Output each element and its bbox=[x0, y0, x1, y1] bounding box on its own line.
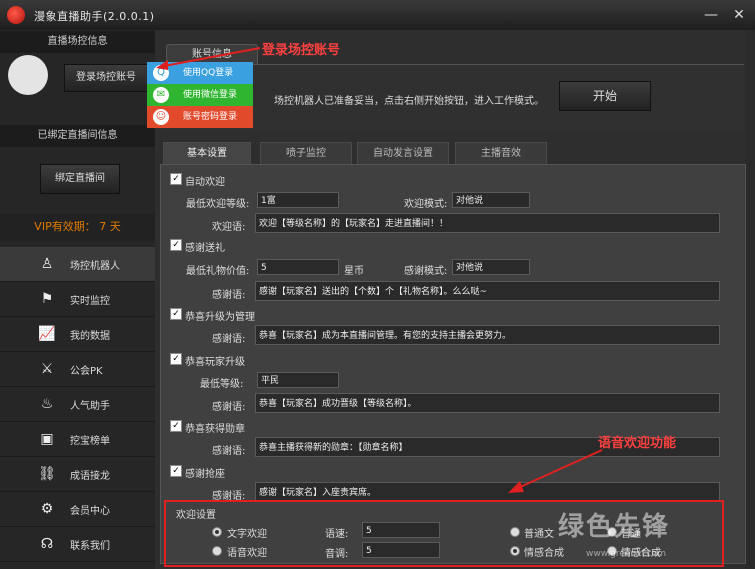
headset-icon: ☊ bbox=[40, 536, 54, 552]
medal-checkbox[interactable]: ✓ bbox=[170, 420, 182, 432]
sidebar-item-robot[interactable]: ♙ 场控机器人 bbox=[0, 247, 155, 282]
sidebar-item-popularity[interactable]: ♨ 人气助手 bbox=[0, 387, 155, 422]
window-title: 漫象直播助手(2.0.0.1) bbox=[34, 10, 155, 23]
admin-congrats-checkbox[interactable]: ✓ bbox=[170, 308, 182, 320]
welcome-text-label: 欢迎语: bbox=[212, 222, 246, 233]
min-welcome-level-field[interactable]: 1富 bbox=[257, 192, 339, 208]
login-host-account-button[interactable]: 登录场控账号 bbox=[64, 64, 148, 92]
sidebar-item-idiom[interactable]: ⛓ 成语接龙 bbox=[0, 457, 155, 492]
welcome-label: 自动欢迎 bbox=[185, 177, 225, 188]
sidebar-item-label: 人气助手 bbox=[70, 401, 110, 412]
gift-thanks-checkbox[interactable]: ✓ bbox=[170, 239, 182, 251]
chart-icon: 📈 bbox=[38, 326, 56, 342]
seat-thanks-label: 感谢抢座 bbox=[185, 469, 225, 480]
text-welcome-radio[interactable] bbox=[212, 527, 222, 537]
levelup-text-label: 感谢语: bbox=[212, 402, 246, 413]
speed-label: 语速: bbox=[325, 529, 349, 540]
user-gear-icon: ⚙ bbox=[40, 501, 54, 517]
sidebar-item-label: 实时监控 bbox=[70, 296, 110, 307]
voice-welcome-label: 语音欢迎 bbox=[227, 548, 267, 559]
seat-thanks-checkbox[interactable]: ✓ bbox=[170, 465, 182, 477]
sidebar-item-label: 会员中心 bbox=[70, 506, 110, 517]
annotation-arrow-voice bbox=[508, 449, 603, 493]
tone-label: 音调: bbox=[325, 549, 349, 560]
levelup-text-field[interactable]: 恭喜【玩家名】成功晋级【等级名称】。 bbox=[255, 393, 720, 413]
welcome-settings-title: 欢迎设置 bbox=[176, 510, 216, 521]
status-text: 场控机器人已准备妥当，点击右侧开始按钮，进入工作模式。 bbox=[274, 96, 544, 107]
sidebar-item-member[interactable]: ⚙ 会员中心 bbox=[0, 492, 155, 527]
sidebar-item-data[interactable]: 📈 我的数据 bbox=[0, 317, 155, 352]
sidebar-item-monitor[interactable]: ⚑ 实时监控 bbox=[0, 282, 155, 317]
sidebar-item-treasure[interactable]: ▣ 挖宝榜单 bbox=[0, 422, 155, 457]
gift-text-field[interactable]: 感谢【玩家名】送出的【个数】个【礼物名称】。么么哒~ bbox=[255, 281, 720, 301]
bind-room-button[interactable]: 绑定直播间 bbox=[40, 164, 120, 194]
start-button[interactable]: 开始 bbox=[559, 81, 651, 111]
tab-host-sound[interactable]: 主播音效 bbox=[455, 142, 547, 165]
emotion-synth-radio-1[interactable] bbox=[510, 546, 520, 556]
gift-text-label: 感谢语: bbox=[212, 290, 246, 301]
vip-expiry: VIP有效期： 7 天 bbox=[0, 213, 155, 241]
sidebar-item-contact[interactable]: ☊ 联系我们 bbox=[0, 527, 155, 562]
levelup-checkbox[interactable]: ✓ bbox=[170, 353, 182, 365]
min-gift-value-field[interactable]: 5 bbox=[257, 259, 339, 275]
menu-item-password-login[interactable]: ☺ 账号密码登录 bbox=[147, 106, 253, 128]
link-icon: ⛓ bbox=[38, 466, 56, 482]
gift-unit-label: 星币 bbox=[344, 266, 364, 277]
sidebar-item-guild-pk[interactable]: ⚔ 公会PK bbox=[0, 352, 155, 387]
admin-text-field[interactable]: 恭喜【玩家名】成为本直播间管理。有您的支持主播会更努力。 bbox=[255, 325, 720, 345]
annotation-arrow-login bbox=[156, 47, 261, 70]
swords-icon: ⚔ bbox=[40, 361, 54, 377]
min-level-field[interactable]: 平民 bbox=[257, 372, 339, 388]
tab-auto-speech[interactable]: 自动发言设置 bbox=[357, 142, 449, 165]
monitor-icon: ⚑ bbox=[40, 291, 54, 307]
close-button[interactable]: ✕ bbox=[727, 4, 751, 26]
sidebar-item-label: 成语接龙 bbox=[70, 471, 110, 482]
minimize-button[interactable]: — bbox=[699, 4, 723, 26]
robot-icon: ♙ bbox=[40, 256, 54, 272]
min-welcome-level-label: 最低欢迎等级: bbox=[186, 199, 250, 210]
medal-label: 恭喜获得勋章 bbox=[185, 424, 245, 435]
welcome-mode-select[interactable]: 对他说 bbox=[452, 192, 530, 208]
wechat-icon: ✉ bbox=[153, 87, 169, 103]
normal-text-radio[interactable] bbox=[510, 527, 520, 537]
voice-welcome-radio[interactable] bbox=[212, 546, 222, 556]
avatar bbox=[8, 55, 48, 95]
min-gift-value-label: 最低礼物价值: bbox=[186, 266, 250, 277]
app-logo-icon bbox=[7, 6, 25, 24]
text-welcome-label: 文字欢迎 bbox=[227, 529, 267, 540]
watermark-logo: 绿色先锋 bbox=[558, 512, 671, 542]
welcome-checkbox[interactable]: ✓ bbox=[170, 173, 182, 185]
host-info-heading: 直播场控信息 bbox=[0, 31, 155, 53]
tone-field[interactable]: 5 bbox=[362, 542, 440, 558]
sidebar-item-label: 挖宝榜单 bbox=[70, 436, 110, 447]
flame-icon: ♨ bbox=[40, 396, 54, 412]
annotation-login: 登录场控账号 bbox=[262, 43, 341, 58]
user-icon: ☺ bbox=[153, 109, 169, 125]
medal-text-label: 感谢语: bbox=[212, 446, 246, 457]
sidebar-item-label: 我的数据 bbox=[70, 331, 110, 342]
watermark-url: www.greenxf.com bbox=[586, 549, 667, 559]
welcome-mode-label: 欢迎模式: bbox=[404, 199, 448, 210]
tab-basic-settings[interactable]: 基本设置 bbox=[163, 142, 251, 165]
gift-mode-label: 感谢模式: bbox=[404, 266, 448, 277]
gift-thanks-label: 感谢送礼 bbox=[185, 243, 225, 254]
levelup-label: 恭喜玩家升级 bbox=[185, 357, 245, 368]
sidebar-item-label: 公会PK bbox=[70, 366, 103, 377]
seat-text-field[interactable]: 感谢【玩家名】入座贵宾席。 bbox=[255, 482, 720, 502]
bound-room-heading: 已绑定直播间信息 bbox=[0, 125, 155, 147]
normal-text-label: 普通文 bbox=[524, 529, 554, 540]
admin-text-label: 感谢语: bbox=[212, 334, 246, 345]
menu-item-wechat-login[interactable]: ✉ 使用微信登录 bbox=[147, 84, 253, 106]
tab-troll-monitor[interactable]: 喷子监控 bbox=[260, 142, 352, 165]
sidebar-item-label: 场控机器人 bbox=[70, 261, 120, 272]
sidebar-item-label: 联系我们 bbox=[70, 541, 110, 552]
screen-icon: ▣ bbox=[40, 431, 54, 447]
gift-mode-select[interactable]: 对他说 bbox=[452, 259, 530, 275]
welcome-text-field[interactable]: 欢迎【等级名称】的【玩家名】走进直播间！！ bbox=[255, 213, 720, 233]
admin-congrats-label: 恭喜升级为管理 bbox=[185, 312, 255, 323]
min-level-label: 最低等级: bbox=[200, 379, 244, 390]
emotion-synth-label-1: 情感合成 bbox=[524, 548, 564, 559]
speed-field[interactable]: 5 bbox=[362, 522, 440, 538]
